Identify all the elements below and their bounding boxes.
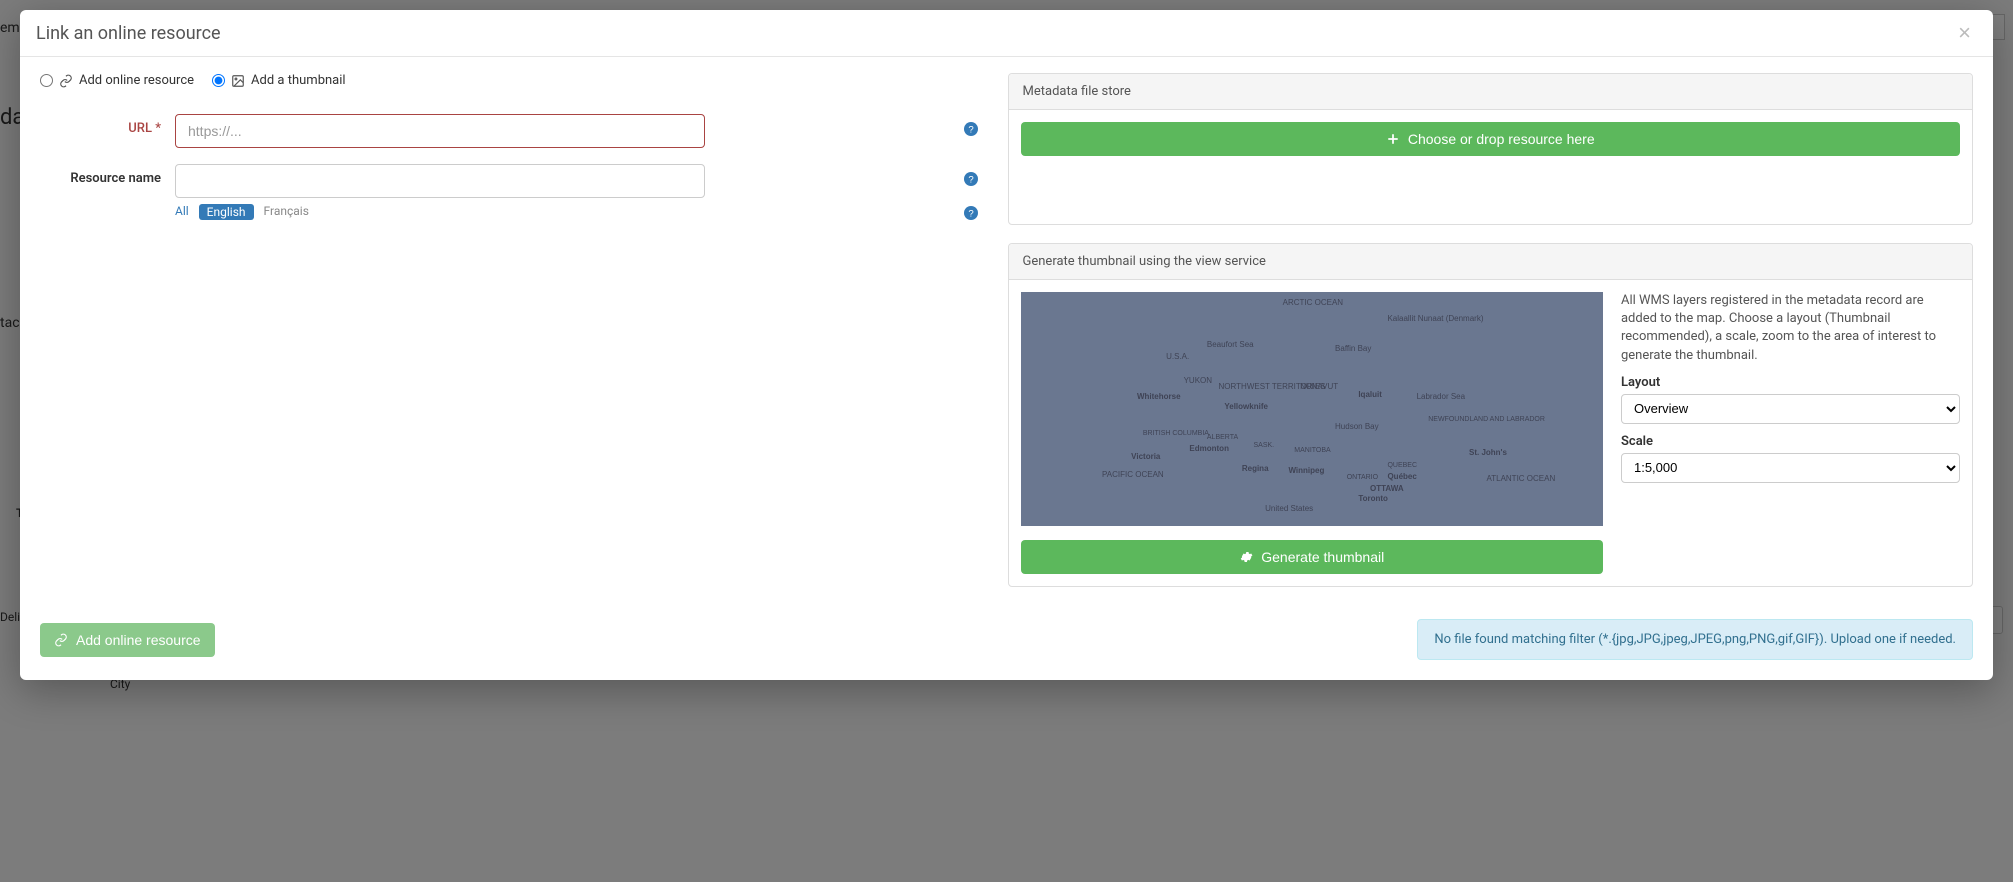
- svg-text:?: ?: [968, 175, 973, 186]
- resource-name-row: Resource name All English Français ? ?: [40, 164, 978, 220]
- generate-thumbnail-button[interactable]: Generate thumbnail: [1021, 540, 1603, 574]
- modal-footer: Add online resource No file found matchi…: [20, 607, 1993, 680]
- generate-thumbnail-panel: Generate thumbnail using the view servic…: [1008, 243, 1974, 587]
- lang-francais[interactable]: Français: [264, 204, 309, 220]
- help-icon[interactable]: ?: [964, 122, 978, 136]
- map-layout-row: ARCTIC OCEAN Kalaallit Nunaat (Denmark) …: [1021, 292, 1961, 526]
- svg-text:?: ?: [968, 209, 973, 220]
- radio-add-thumbnail-input[interactable]: [212, 74, 225, 87]
- file-store-header: Metadata file store: [1009, 74, 1973, 110]
- generate-thumbnail-label: Generate thumbnail: [1261, 549, 1384, 565]
- radio-add-thumbnail[interactable]: Add a thumbnail: [212, 73, 346, 88]
- radio-add-online-label: Add online resource: [79, 73, 194, 88]
- file-store-panel: Metadata file store Choose or drop resou…: [1008, 73, 1974, 225]
- help-icon[interactable]: ?: [964, 206, 978, 220]
- help-icon[interactable]: ?: [964, 172, 978, 186]
- svg-text:?: ?: [968, 125, 973, 136]
- modal-body: Add online resource Add a thumbnail URL …: [20, 57, 1993, 607]
- layout-label: Layout: [1621, 375, 1960, 390]
- map-overlay: [1021, 292, 1603, 526]
- gear-icon: [1239, 550, 1253, 564]
- scale-label: Scale: [1621, 434, 1960, 449]
- modal-header: Link an online resource ×: [20, 10, 1993, 57]
- radio-add-thumbnail-label: Add a thumbnail: [251, 73, 346, 88]
- link-icon: [59, 74, 73, 88]
- close-button[interactable]: ×: [1952, 22, 1977, 44]
- resource-type-radios: Add online resource Add a thumbnail: [40, 73, 978, 88]
- map-preview[interactable]: ARCTIC OCEAN Kalaallit Nunaat (Denmark) …: [1021, 292, 1603, 526]
- resource-name-input[interactable]: [175, 164, 705, 198]
- layout-select[interactable]: Overview: [1621, 394, 1960, 424]
- lang-english[interactable]: English: [199, 204, 254, 220]
- link-icon: [54, 633, 68, 647]
- url-label: URL *: [40, 114, 175, 136]
- choose-drop-button[interactable]: Choose or drop resource here: [1021, 122, 1961, 156]
- scale-select[interactable]: 1:5,000: [1621, 453, 1960, 483]
- url-input[interactable]: [175, 114, 705, 148]
- no-file-alert: No file found matching filter (*.{jpg,JP…: [1417, 619, 1973, 660]
- lang-all[interactable]: All: [175, 204, 189, 220]
- language-selector: All English Français: [175, 204, 705, 220]
- generate-thumbnail-header: Generate thumbnail using the view servic…: [1009, 244, 1973, 280]
- map-side-controls: All WMS layers registered in the metadat…: [1621, 292, 1960, 526]
- link-resource-modal: Link an online resource × Add online res…: [20, 10, 1993, 680]
- gen-description: All WMS layers registered in the metadat…: [1621, 292, 1960, 365]
- resource-name-label: Resource name: [40, 164, 175, 186]
- radio-add-online[interactable]: Add online resource: [40, 73, 194, 88]
- url-row: URL * ?: [40, 114, 978, 148]
- add-online-resource-button[interactable]: Add online resource: [40, 623, 215, 657]
- image-icon: [231, 74, 245, 88]
- choose-drop-label: Choose or drop resource here: [1408, 131, 1595, 147]
- modal-title: Link an online resource: [36, 23, 221, 44]
- plus-icon: [1386, 132, 1400, 146]
- left-column: Add online resource Add a thumbnail URL …: [40, 73, 978, 587]
- add-online-resource-label: Add online resource: [76, 632, 201, 648]
- right-column: Metadata file store Choose or drop resou…: [1008, 73, 1974, 587]
- radio-add-online-input[interactable]: [40, 74, 53, 87]
